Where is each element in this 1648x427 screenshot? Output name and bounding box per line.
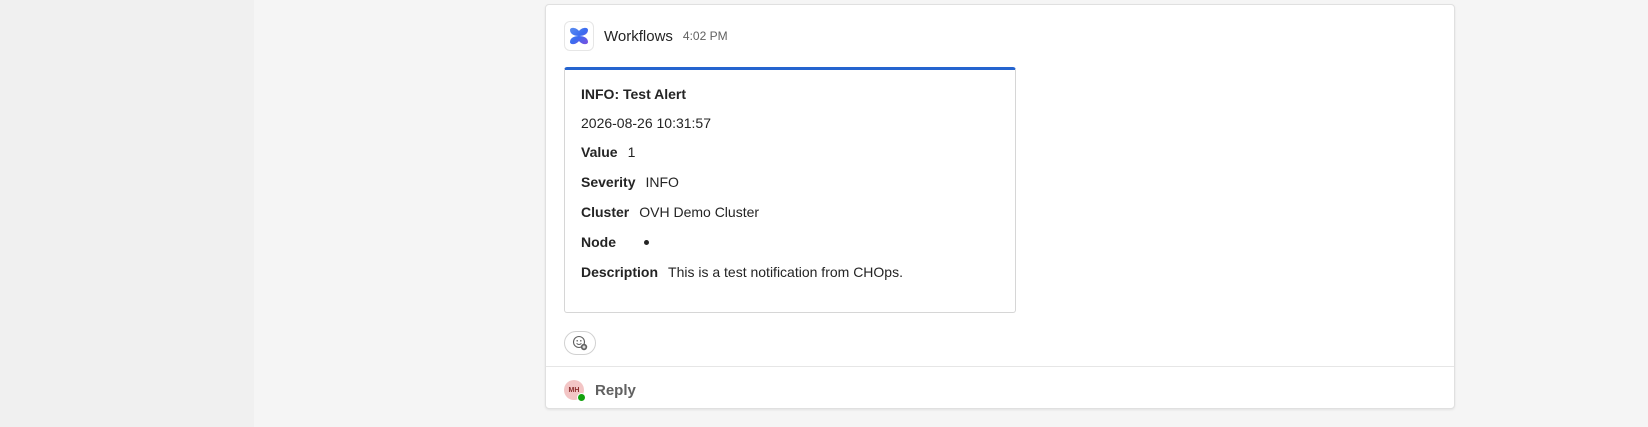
reply-label[interactable]: Reply [595,382,636,399]
fact-severity-row: Severity INFO [581,174,679,190]
fact-value-row: Value 1 [581,144,635,160]
presence-available-icon [577,393,586,402]
fact-key: Node [581,234,616,250]
fact-value: INFO [645,174,679,190]
card-datetime: 2026-08-26 10:31:57 [581,115,711,131]
fact-key: Cluster [581,204,630,220]
message-card: Workflows 4:02 PM INFO: Test Alert 2026-… [545,4,1455,409]
avatar-initials: MH [568,386,580,394]
fact-key: Severity [581,174,636,190]
divider [546,366,1454,367]
add-reaction-icon [572,335,588,351]
fact-key: Description [581,264,659,280]
card-title: INFO: Test Alert [581,86,687,102]
add-reaction-button[interactable] [564,331,596,355]
reply-button[interactable]: MH Reply [564,380,636,402]
fact-key: Value [581,144,618,160]
fact-value: This is a test notification from CHOps. [668,264,903,280]
alert-card: INFO: Test Alert 2026-08-26 10:31:57 Val… [564,67,1016,313]
fact-value: OVH Demo Cluster [639,204,760,220]
message-timestamp: 4:02 PM [682,29,728,43]
fact-value: 1 [627,144,636,160]
avatar[interactable]: MH [564,380,586,402]
fact-node-row: Node [581,234,659,250]
list-bullet [644,239,649,245]
workflows-logo-icon[interactable] [564,21,594,51]
sender-name[interactable]: Workflows [604,28,673,45]
left-rail [0,0,254,427]
fact-cluster-row: Cluster OVH Demo Cluster [581,204,759,220]
fact-description-row: Description This is a test notification … [581,264,903,280]
message-header: Workflows 4:02 PM [564,21,728,51]
